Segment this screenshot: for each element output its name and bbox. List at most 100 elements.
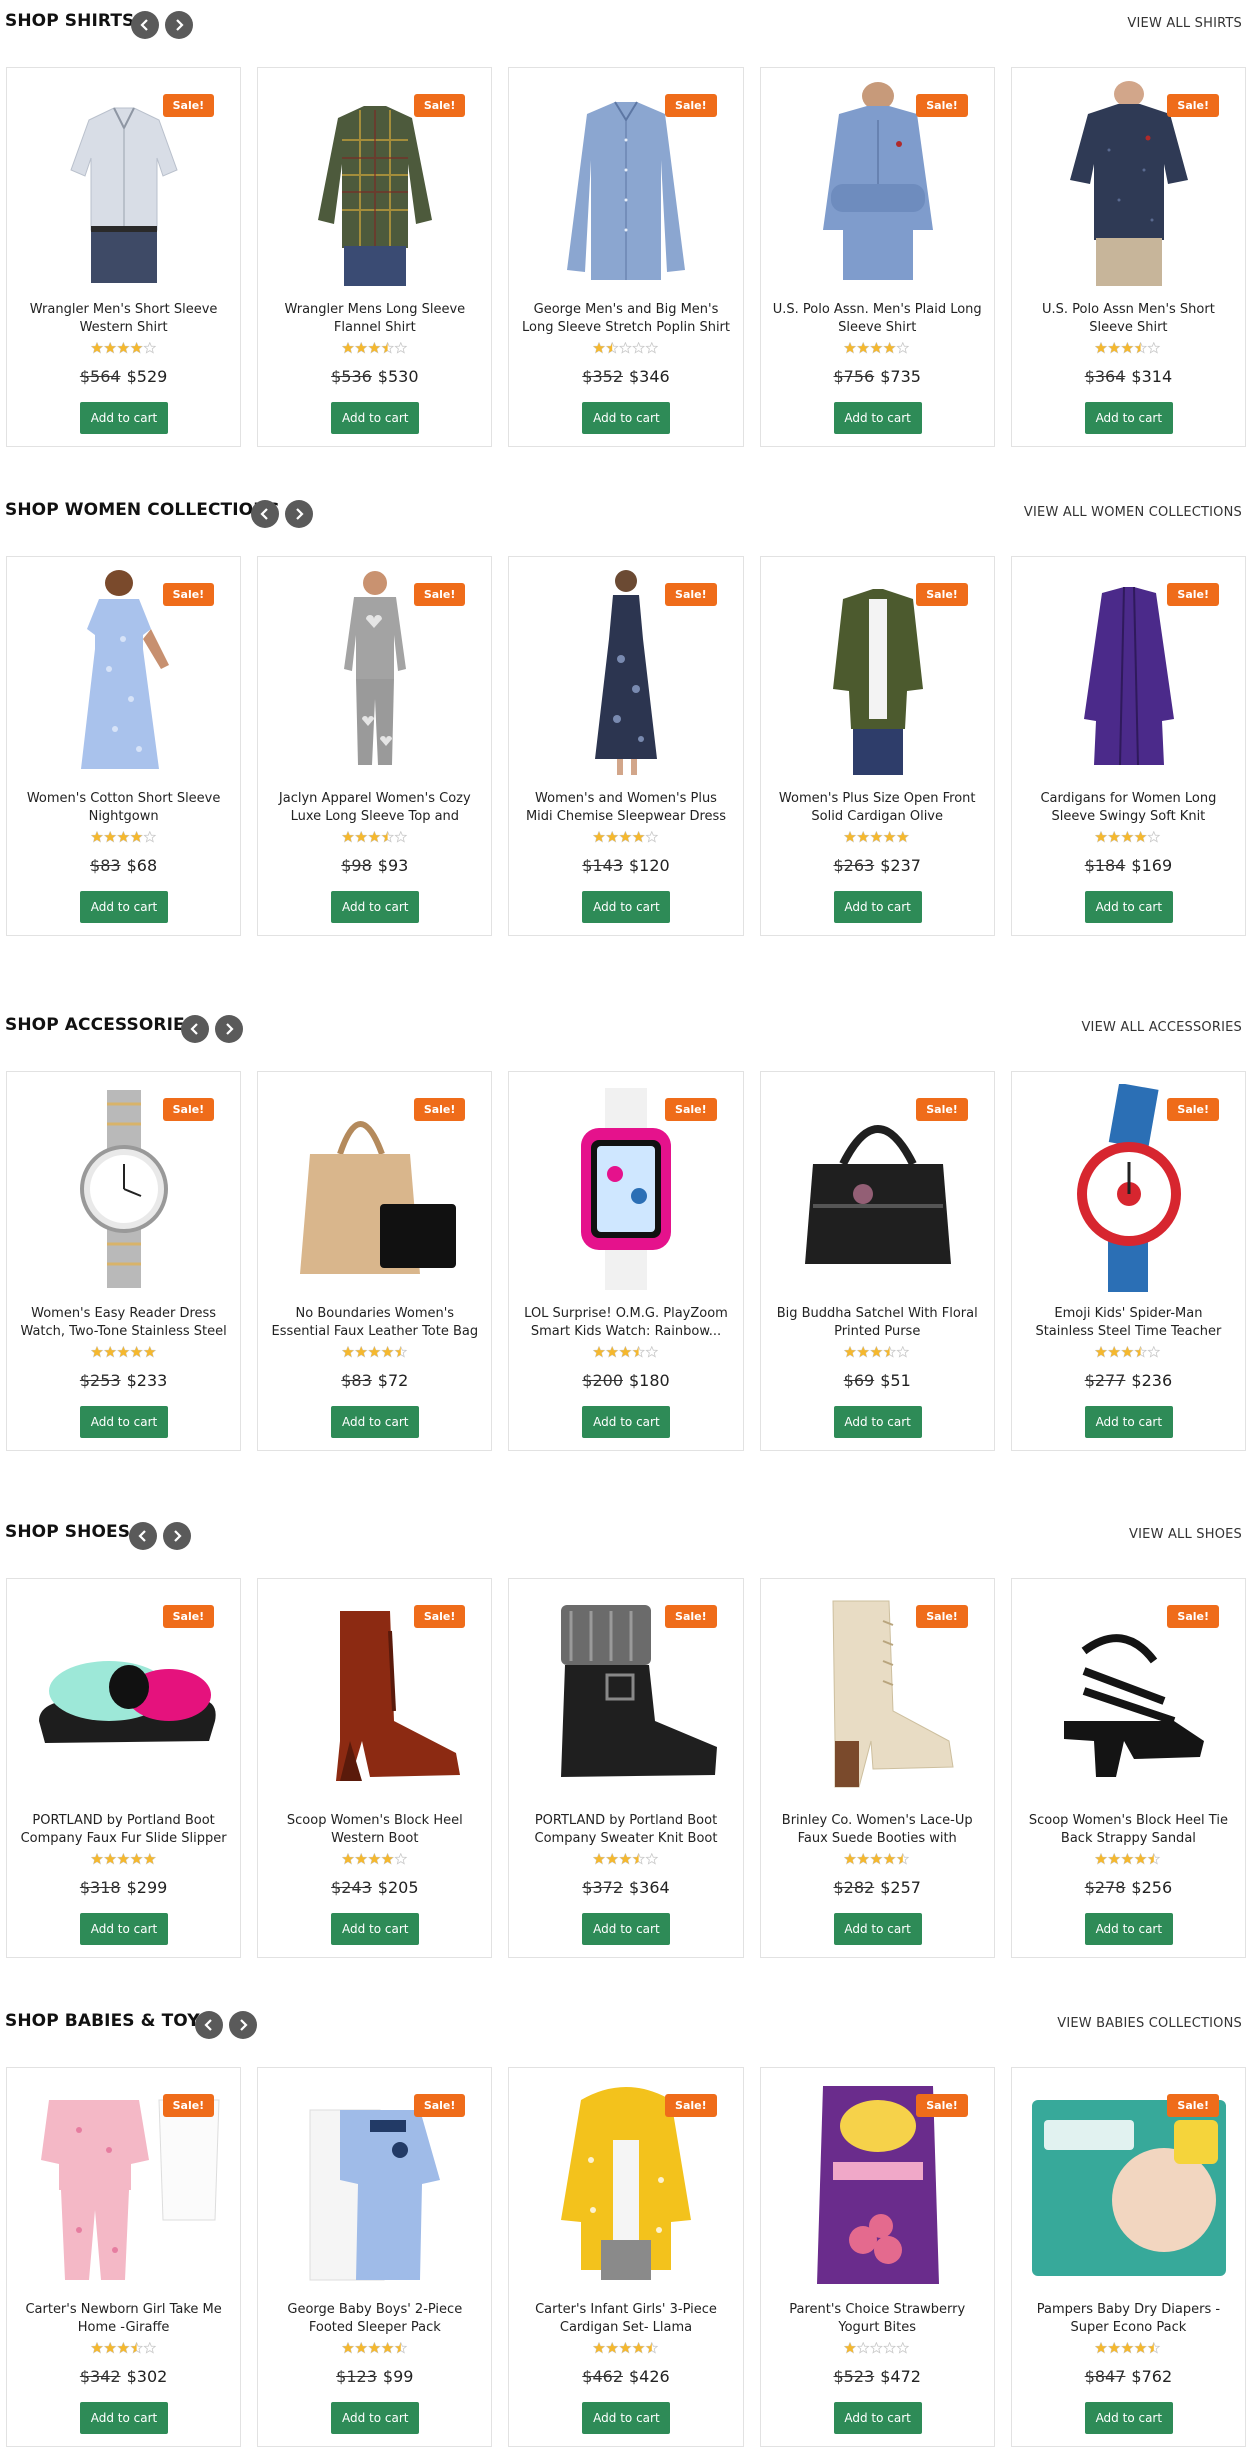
add-to-cart-button[interactable]: Add to cart: [80, 2402, 168, 2434]
add-to-cart-button[interactable]: Add to cart: [331, 1913, 420, 1945]
product-name[interactable]: PORTLAND by Portland Boot Company Faux F…: [19, 1812, 228, 1850]
view-all-link[interactable]: VIEW ALL WOMEN COLLECTIONS: [1024, 505, 1242, 520]
star-icon: [103, 1853, 117, 1865]
star-icon: [1147, 342, 1161, 354]
old-price: $564: [79, 367, 121, 386]
star-icon: [645, 831, 659, 843]
star-icon: [116, 2342, 130, 2354]
carousel-prev-button[interactable]: [195, 2011, 223, 2039]
product-name[interactable]: Wrangler Mens Long Sleeve Flannel Shirt: [270, 301, 479, 339]
product-name[interactable]: Women's Easy Reader Dress Watch, Two-Ton…: [19, 1305, 228, 1343]
add-to-cart-button[interactable]: Add to cart: [1084, 402, 1173, 434]
add-to-cart-button[interactable]: Add to cart: [331, 1406, 420, 1438]
add-to-cart-button[interactable]: Add to cart: [833, 2402, 922, 2434]
view-all-link[interactable]: VIEW ALL SHIRTS: [1127, 16, 1242, 31]
product-name[interactable]: Scoop Women's Block Heel Tie Back Strapp…: [1024, 1812, 1233, 1850]
star-rating: [1012, 831, 1245, 845]
add-to-cart-button[interactable]: Add to cart: [582, 891, 671, 923]
carousel-prev-button[interactable]: [129, 1522, 157, 1550]
old-price: $342: [79, 2367, 121, 2386]
add-to-cart-button[interactable]: Add to cart: [833, 1406, 922, 1438]
product-name[interactable]: U.S. Polo Assn Men's Short Sleeve Shirt: [1024, 301, 1233, 339]
star-icon: [116, 1346, 130, 1358]
product-name[interactable]: George Men's and Big Men's Long Sleeve S…: [521, 301, 730, 339]
chevron-right-icon: [223, 1023, 235, 1035]
carousel-prev-button[interactable]: [131, 11, 159, 39]
add-to-cart-button[interactable]: Add to cart: [582, 402, 671, 434]
price: $83 $72: [258, 1371, 491, 1390]
sale-badge: Sale!: [413, 94, 466, 117]
star-icon: [605, 342, 619, 354]
carousel-prev-button[interactable]: [181, 1015, 209, 1043]
add-to-cart-button[interactable]: Add to cart: [1084, 891, 1173, 923]
product-name[interactable]: Carter's Newborn Girl Take Me Home -Gira…: [19, 2301, 228, 2339]
star-icon: [129, 1346, 143, 1358]
star-rating: [1012, 1853, 1245, 1867]
product-name[interactable]: Brinley Co. Women's Lace-Up Faux Suede B…: [773, 1812, 982, 1850]
star-icon: [1095, 1346, 1108, 1358]
star-rating: [509, 2342, 742, 2356]
product-name[interactable]: Carter's Infant Girls' 3-Piece Cardigan …: [521, 2301, 730, 2339]
add-to-cart-button[interactable]: Add to cart: [1084, 2402, 1173, 2434]
product-name[interactable]: Women's Plus Size Open Front Solid Cardi…: [773, 790, 982, 828]
product-name[interactable]: No Boundaries Women's Essential Faux Lea…: [270, 1305, 479, 1343]
section-title: SHOP BABIES & TOYS: [5, 2011, 213, 2031]
view-all-link[interactable]: VIEW BABIES COLLECTIONS: [1057, 2016, 1242, 2031]
carousel-next-button[interactable]: [215, 1015, 243, 1043]
sale-badge: Sale!: [162, 1098, 215, 1121]
product-card: Sale! Women's Easy Reader Dress Watch, Tw…: [6, 1071, 242, 1451]
add-to-cart-button[interactable]: Add to cart: [833, 1913, 922, 1945]
product-name[interactable]: Women's and Women's Plus Midi Chemise Sl…: [521, 790, 730, 828]
carousel-next-button[interactable]: [163, 1522, 191, 1550]
star-icon: [618, 1853, 632, 1865]
product-name[interactable]: Big Buddha Satchel With Floral Printed P…: [773, 1305, 982, 1343]
product-name[interactable]: Parent's Choice Strawberry Yogurt Bites: [773, 2301, 982, 2339]
carousel-next-button[interactable]: [229, 2011, 257, 2039]
view-all-link[interactable]: VIEW ALL ACCESSORIES: [1081, 1020, 1242, 1035]
product-name[interactable]: Scoop Women's Block Heel Western Boot: [270, 1812, 479, 1850]
sale-badge: Sale!: [916, 583, 968, 606]
old-price: $83: [341, 1371, 372, 1390]
add-to-cart-button[interactable]: Add to cart: [331, 891, 420, 923]
product-name[interactable]: U.S. Polo Assn. Men's Plaid Long Sleeve …: [773, 301, 982, 339]
star-icon: [1134, 1853, 1148, 1865]
product-name[interactable]: LOL Surprise! O.M.G. PlayZoom Smart Kids…: [521, 1305, 730, 1343]
star-icon: [1095, 342, 1108, 354]
add-to-cart-button[interactable]: Add to cart: [331, 402, 420, 434]
product-card: Sale! Parent's Choice Strawberry Yogurt B…: [759, 2067, 995, 2447]
sale-price: $72: [377, 1371, 409, 1390]
product-name[interactable]: Pampers Baby Dry Diapers - Super Econo P…: [1024, 2301, 1233, 2339]
product-card: Sale! Women's Plus Size Open Front Solid …: [759, 556, 995, 936]
add-to-cart-button[interactable]: Add to cart: [582, 2402, 671, 2434]
star-icon: [367, 1346, 381, 1358]
product-name[interactable]: Women's Cotton Short Sleeve Nightgown: [19, 790, 228, 828]
add-to-cart-button[interactable]: Add to cart: [1084, 1406, 1173, 1438]
star-icon: [593, 1346, 606, 1358]
carousel-controls: [129, 1522, 191, 1550]
add-to-cart-button[interactable]: Add to cart: [80, 1406, 168, 1438]
add-to-cart-button[interactable]: Add to cart: [80, 402, 168, 434]
product-name[interactable]: Jaclyn Apparel Women's Cozy Luxe Long Sl…: [270, 790, 479, 828]
product-name[interactable]: Cardigans for Women Long Sleeve Swingy S…: [1024, 790, 1233, 828]
add-to-cart-button[interactable]: Add to cart: [582, 1406, 671, 1438]
add-to-cart-button[interactable]: Add to cart: [582, 1913, 671, 1945]
add-to-cart-button[interactable]: Add to cart: [833, 891, 922, 923]
add-to-cart-button[interactable]: Add to cart: [1084, 1913, 1173, 1945]
star-icon: [844, 2342, 857, 2354]
add-to-cart-button[interactable]: Add to cart: [80, 1913, 168, 1945]
view-all-link[interactable]: VIEW ALL SHOES: [1129, 1527, 1242, 1542]
star-icon: [103, 1346, 117, 1358]
product-name[interactable]: George Baby Boys' 2-Piece Footed Sleeper…: [270, 2301, 479, 2339]
product-name[interactable]: Wrangler Men's Short Sleeve Western Shir…: [19, 301, 228, 339]
carousel-prev-button[interactable]: [251, 500, 279, 528]
old-price: $847: [1084, 2367, 1126, 2386]
product-name[interactable]: Emoji Kids' Spider-Man Stainless Steel T…: [1024, 1305, 1233, 1343]
carousel-next-button[interactable]: [165, 11, 193, 39]
carousel-next-button[interactable]: [285, 500, 313, 528]
add-to-cart-button[interactable]: Add to cart: [331, 2402, 420, 2434]
product-name[interactable]: PORTLAND by Portland Boot Company Sweate…: [521, 1812, 730, 1850]
add-to-cart-button[interactable]: Add to cart: [833, 402, 922, 434]
product-card: Sale! Carter's Newborn Girl Take Me Home …: [6, 2067, 242, 2447]
add-to-cart-button[interactable]: Add to cart: [80, 891, 168, 923]
old-price: $98: [341, 856, 372, 875]
